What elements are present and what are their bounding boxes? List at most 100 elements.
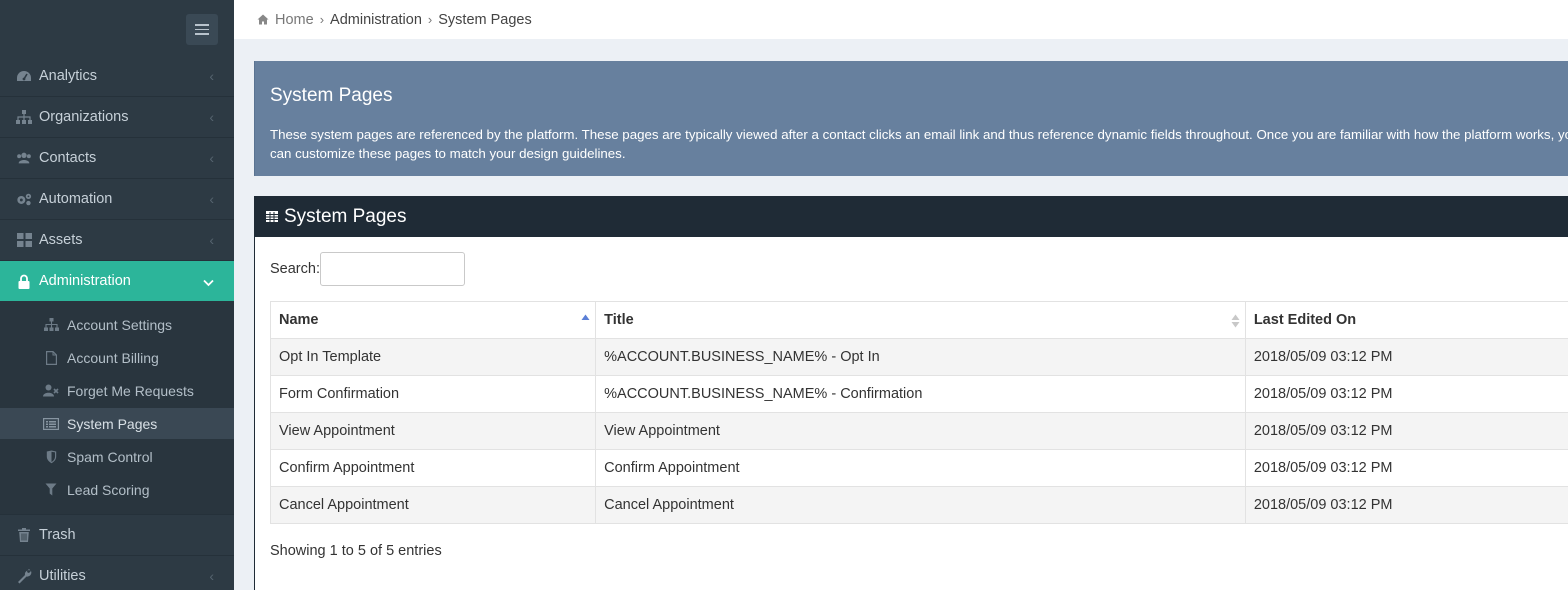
sidebar-item-label: Automation [39,191,113,207]
hamburger-icon [195,24,209,26]
table-row[interactable]: Opt In Template %ACCOUNT.BUSINESS_NAME% … [269,338,1568,376]
user-times-icon [43,383,59,399]
table-header-row: Name Title Last Edited On [269,301,1568,339]
lock-icon [16,273,32,289]
cell-name: Cancel Appointment [269,486,597,524]
sidebar-subitem-label: System Pages [67,415,158,432]
table-row[interactable]: Confirm Appointment Confirm Appointment … [269,449,1568,487]
sidebar-item-label: Contacts [39,150,97,166]
chevron-left-icon: ‹ [209,191,214,207]
sidebar-subitem-label: Lead Scoring [67,481,150,498]
hamburger-icon [195,33,209,35]
chevron-left-icon: ‹ [209,232,214,248]
table-icon [266,210,279,223]
sidebar-item-administration[interactable]: Administration [0,261,234,301]
chevron-left-icon: ‹ [209,150,214,166]
sidebar-subitem-label: Spam Control [67,448,153,465]
sidebar-subitem-forget-me-requests[interactable]: Forget Me Requests [0,375,234,406]
box-header: System Pages [255,196,1568,237]
sidebar-item-label: Utilities [39,568,86,584]
info-panel: System Pages These system pages are refe… [254,61,1568,176]
column-header-title[interactable]: Title [595,301,1246,339]
cell-name: Form Confirmation [269,375,597,413]
file-icon [43,350,59,366]
column-header-last-edited[interactable]: Last Edited On [1244,301,1568,339]
column-header-label: Name [279,312,319,328]
sidebar-subitem-system-pages[interactable]: System Pages [0,408,234,439]
sort-both-icon [1231,313,1240,329]
list-alt-icon [43,416,59,432]
sidebar-subitem-spam-control[interactable]: Spam Control [0,441,234,472]
administration-submenu: Account Settings Account Billing Forget … [0,301,234,515]
column-header-name[interactable]: Name [269,301,597,339]
cell-last-edited: 2018/05/09 03:12 PM [1244,486,1568,524]
sidebar-item-analytics[interactable]: Analytics ‹ [0,56,234,97]
cell-name: View Appointment [269,412,597,450]
sidebar-header [0,0,234,56]
sidebar-item-automation[interactable]: Automation ‹ [0,179,234,220]
sidebar-subitem-account-settings[interactable]: Account Settings [0,309,234,340]
sidebar-item-label: Administration [39,273,131,289]
cogs-icon [16,191,32,207]
chevron-left-icon: ‹ [209,568,214,584]
dashboard-icon [16,68,32,84]
column-header-label: Last Edited On [1253,312,1357,328]
cell-title: Confirm Appointment [595,449,1246,487]
sitemap-icon [16,109,32,125]
cell-last-edited: 2018/05/09 03:12 PM [1244,375,1568,413]
cell-title: Cancel Appointment [595,486,1246,524]
sidebar-subitem-lead-scoring[interactable]: Lead Scoring [0,474,234,505]
sidebar-item-assets[interactable]: Assets ‹ [0,220,234,261]
system-pages-table: Name Title Last Edited On Opt In Templat… [269,301,1568,524]
breadcrumb-separator: › [319,12,325,27]
sidebar: Analytics ‹ Organizations ‹ Contacts ‹ A… [0,0,234,590]
sidebar-subitem-label: Account Settings [67,316,173,333]
chevron-left-icon: ‹ [209,68,214,84]
hamburger-icon [195,28,209,31]
breadcrumb-home-label: Home [275,11,314,28]
breadcrumb-home-link[interactable]: Home [257,12,314,28]
users-icon [16,150,32,166]
search-label: Search: [270,261,320,277]
shield-icon [43,449,59,465]
filter-icon [43,482,59,498]
sidebar-item-utilities[interactable]: Utilities ‹ [0,556,234,590]
menu-toggle-button[interactable] [186,14,218,45]
breadcrumb-current: System Pages [438,11,532,28]
th-large-icon [16,232,32,248]
chevron-left-icon: ‹ [209,109,214,125]
cell-name: Confirm Appointment [269,449,597,487]
sidebar-item-trash[interactable]: Trash [0,515,234,556]
cell-last-edited: 2018/05/09 03:12 PM [1244,338,1568,376]
cell-title: View Appointment [595,412,1246,450]
cell-title: %ACCOUNT.BUSINESS_NAME% - Confirmation [595,375,1246,413]
sitemap-icon [43,317,59,333]
cell-last-edited: 2018/05/09 03:12 PM [1244,412,1568,450]
sort-ascending-icon [581,313,590,329]
box-title: System Pages [284,205,407,227]
sidebar-item-label: Organizations [39,109,129,125]
search-input[interactable] [319,252,465,286]
column-header-label: Title [604,312,634,328]
sidebar-item-contacts[interactable]: Contacts ‹ [0,138,234,179]
cell-name: Opt In Template [269,338,597,376]
table-entries-info: Showing 1 to 5 of 5 entries [270,543,442,559]
chevron-down-icon [203,274,214,290]
sidebar-subitem-account-billing[interactable]: Account Billing [0,342,234,373]
sidebar-item-label: Trash [39,527,76,543]
breadcrumb: Home › Administration › System Pages [234,0,1568,39]
table-row[interactable]: View Appointment View Appointment 2018/0… [269,412,1568,450]
info-panel-text: These system pages are referenced by the… [270,127,1568,161]
breadcrumb-separator: › [427,12,433,27]
sidebar-item-organizations[interactable]: Organizations ‹ [0,97,234,138]
table-row[interactable]: Cancel Appointment Cancel Appointment 20… [269,486,1568,524]
info-panel-title: System Pages [270,85,393,106]
table-row[interactable]: Form Confirmation %ACCOUNT.BUSINESS_NAME… [269,375,1568,413]
home-icon [257,14,269,25]
cell-last-edited: 2018/05/09 03:12 PM [1244,449,1568,487]
search-row: Search: [270,252,465,286]
sidebar-subitem-label: Forget Me Requests [67,382,194,399]
system-pages-box: System Pages Search: Name Title Last Edi… [254,196,1568,590]
breadcrumb-administration-link[interactable]: Administration [330,12,422,28]
wrench-icon [16,568,32,584]
